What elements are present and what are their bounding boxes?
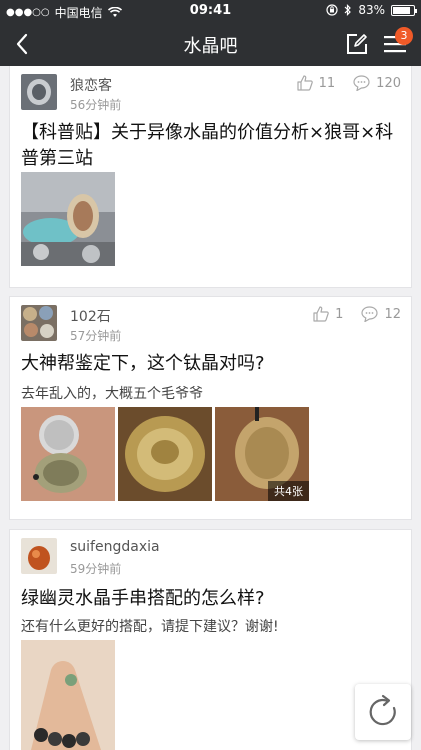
like-count[interactable]: 11: [297, 75, 336, 91]
post-time: 56分钟前: [70, 98, 122, 112]
avatar[interactable]: [21, 538, 57, 574]
post-image[interactable]: [118, 407, 212, 501]
post-title[interactable]: 大神帮鉴定下，这个钛晶对吗?: [21, 351, 401, 377]
battery-icon: [391, 4, 417, 16]
post-title[interactable]: 绿幽灵水晶手串搭配的怎么样?: [21, 586, 401, 612]
rotation-lock-icon: [326, 4, 338, 16]
notification-badge: 3: [395, 27, 413, 45]
post-stats: 1 12: [303, 306, 401, 322]
avatar[interactable]: [21, 74, 57, 110]
comment-icon: [361, 306, 379, 322]
comment-count[interactable]: 12: [361, 306, 401, 322]
comment-number: 12: [384, 306, 401, 322]
post-image[interactable]: 共4张: [215, 407, 309, 501]
status-bar: ●●●○○ 中国电信 09:41 83%: [0, 0, 421, 22]
like-number: 1: [335, 306, 344, 322]
thumbs-up-icon: [297, 75, 313, 91]
post-image[interactable]: [21, 640, 115, 750]
post-author[interactable]: 狼恋客: [70, 75, 112, 95]
post-image[interactable]: [21, 407, 115, 501]
post-title[interactable]: 【科普贴】关于异像水晶的价值分析×狼哥×科普第三站: [21, 120, 401, 172]
refresh-icon: [369, 694, 396, 726]
avatar[interactable]: [21, 305, 57, 341]
post-time: 57分钟前: [70, 329, 122, 343]
comment-count[interactable]: 120: [353, 75, 401, 91]
post-stats: 11 120: [287, 75, 401, 91]
post-excerpt: 去年乱入的，大概五个毛爷爷: [21, 386, 203, 402]
thumbs-up-icon: [313, 306, 329, 322]
image-count-tag: 共4张: [268, 481, 309, 501]
post-image[interactable]: [21, 172, 115, 266]
status-right: 83%: [326, 3, 417, 17]
post-author[interactable]: 102石: [70, 306, 111, 326]
battery-percent: 83%: [358, 3, 385, 17]
post-card[interactable]: 102石 57分钟前 1 12 大神帮鉴定下，这个钛晶对吗? 去年乱入的，大概五…: [9, 296, 412, 520]
comment-number: 120: [376, 75, 401, 91]
refresh-button[interactable]: [355, 684, 411, 740]
like-number: 11: [318, 75, 336, 91]
post-card[interactable]: suifengdaxia 59分钟前 绿幽灵水晶手串搭配的怎么样? 还有什么更好…: [9, 529, 412, 750]
nav-bar: 水晶吧 3: [0, 22, 421, 66]
like-count[interactable]: 1: [313, 306, 343, 322]
post-time: 59分钟前: [70, 562, 122, 576]
post-author[interactable]: suifengdaxia: [70, 539, 160, 555]
compose-icon[interactable]: [345, 32, 369, 56]
bluetooth-icon: [344, 4, 352, 16]
post-excerpt: 还有什么更好的搭配，请提下建议？谢谢!: [21, 619, 279, 635]
comment-icon: [353, 75, 370, 91]
post-card[interactable]: 狼恋客 56分钟前 11 120 【科普贴】关于异像水晶的价值分析×狼哥×科普第…: [9, 66, 412, 288]
